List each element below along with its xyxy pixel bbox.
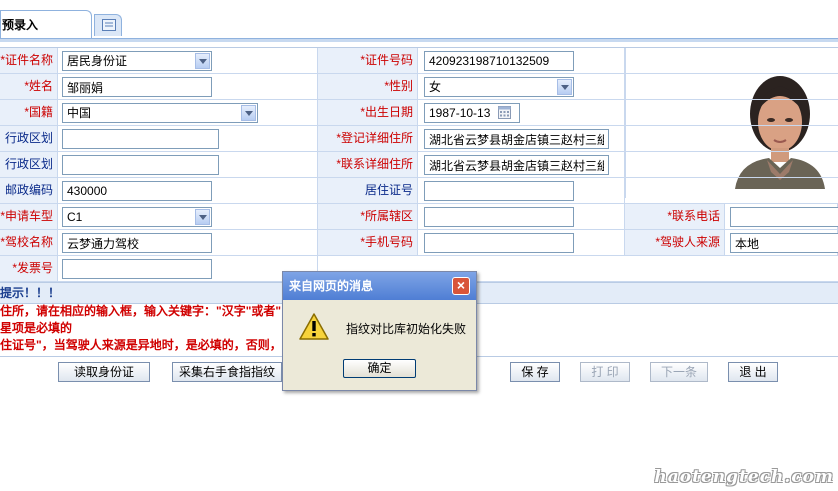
district-cell <box>418 204 625 229</box>
reg-address-cell <box>418 126 625 151</box>
mobile-cell <box>418 230 625 255</box>
tab-pre-entry[interactable]: 预录入 <box>0 10 92 38</box>
contact-region-input[interactable] <box>62 155 219 175</box>
vehicle-type-cell: C1 <box>58 204 318 229</box>
dialog-title: 来自网页的消息 <box>283 272 476 300</box>
id-number-input[interactable] <box>424 51 574 71</box>
invoice-input[interactable] <box>62 259 212 279</box>
vehicle-type-select[interactable]: C1 <box>62 207 212 227</box>
tab-label: 预录入 <box>2 18 39 32</box>
collect-fingerprint-button[interactable]: 采集右手食指指纹 <box>172 362 282 382</box>
tab-strip <box>0 0 838 40</box>
tab-icon <box>102 19 116 31</box>
tab-underline <box>0 38 838 42</box>
driver-source-input[interactable] <box>730 233 838 253</box>
message-dialog: 来自网页的消息 × 指纹对比库初始化失败 确定 <box>282 271 477 391</box>
phone-input[interactable] <box>730 207 838 227</box>
nationality-label: *国籍 <box>0 100 58 125</box>
ok-button[interactable]: 确定 <box>343 359 416 378</box>
residence-permit-input[interactable] <box>424 181 574 201</box>
chevron-down-icon[interactable] <box>241 105 256 121</box>
chevron-down-icon[interactable] <box>195 53 210 69</box>
id-type-select[interactable]: 居民身份证 <box>62 51 212 71</box>
school-label: *驾校名称 <box>0 230 58 255</box>
form-row: 行政区划 *登记详细住所 <box>0 126 838 152</box>
contact-region-cell <box>58 152 318 177</box>
new-tab-button[interactable] <box>94 14 122 36</box>
name-input[interactable] <box>62 77 212 97</box>
mobile-input[interactable] <box>424 233 574 253</box>
calendar-icon[interactable] <box>498 106 511 119</box>
driver-source-label: *驾驶人来源 <box>625 230 725 255</box>
residence-permit-cell <box>418 178 625 203</box>
form-row: *申请车型 C1 *所属辖区 *联系电话 <box>0 204 838 230</box>
postcode-cell <box>58 178 318 203</box>
birthdate-label: *出生日期 <box>318 100 418 125</box>
close-icon[interactable]: × <box>452 277 470 295</box>
form-row: *姓名 *性别 女 <box>0 74 838 100</box>
contact-address-label: *联系详细住所 <box>318 152 418 177</box>
phone-cell <box>725 204 838 229</box>
gender-select[interactable]: 女 <box>424 77 574 97</box>
contact-address-input[interactable] <box>424 155 609 175</box>
invoice-cell <box>58 256 318 281</box>
next-button[interactable]: 下一条 <box>650 362 708 382</box>
contact-address-cell <box>418 152 625 177</box>
district-label: *所属辖区 <box>318 204 418 229</box>
warning-icon <box>299 313 329 340</box>
name-cell <box>58 74 318 99</box>
reg-address-input[interactable] <box>424 129 609 149</box>
id-type-label: *证件名称 <box>0 48 58 73</box>
form-row: 行政区划 *联系详细住所 <box>0 152 838 178</box>
read-id-card-button[interactable]: 读取身份证 <box>58 362 150 382</box>
print-button[interactable]: 打 印 <box>580 362 630 382</box>
invoice-label: *发票号 <box>0 256 58 281</box>
form-row: *国籍 中国 *出生日期 <box>0 100 838 126</box>
exit-button[interactable]: 退 出 <box>728 362 778 382</box>
school-input[interactable] <box>62 233 212 253</box>
form-row: *证件名称 居民身份证 *证件号码 <box>0 48 838 74</box>
id-number-label: *证件号码 <box>318 48 418 73</box>
name-label: *姓名 <box>0 74 58 99</box>
mobile-label: *手机号码 <box>318 230 418 255</box>
form-row: 邮政编码 居住证号 <box>0 178 838 204</box>
phone-label: *联系电话 <box>625 204 725 229</box>
applicant-form: *证件名称 居民身份证 *证件号码 *姓名 *性别 女 *国籍 中国 *出生日期 <box>0 47 838 282</box>
school-cell <box>58 230 318 255</box>
residence-permit-label: 居住证号 <box>318 178 418 203</box>
vehicle-type-label: *申请车型 <box>0 204 58 229</box>
chevron-down-icon[interactable] <box>557 79 572 95</box>
gender-cell: 女 <box>418 74 625 99</box>
reg-address-label: *登记详细住所 <box>318 126 418 151</box>
nationality-cell: 中国 <box>58 100 318 125</box>
dialog-message: 指纹对比库初始化失败 <box>346 322 467 336</box>
region-cell <box>58 126 318 151</box>
chevron-down-icon[interactable] <box>195 209 210 225</box>
gender-label: *性别 <box>318 74 418 99</box>
birthdate-cell <box>418 100 625 125</box>
id-number-cell <box>418 48 625 73</box>
postcode-input[interactable] <box>62 181 212 201</box>
region-label: 行政区划 <box>0 126 58 151</box>
contact-region-label: 行政区划 <box>0 152 58 177</box>
district-input[interactable] <box>424 207 574 227</box>
nationality-select[interactable]: 中国 <box>62 103 258 123</box>
save-button[interactable]: 保 存 <box>510 362 560 382</box>
watermark: haotengtech.com <box>654 467 834 487</box>
form-row: *驾校名称 *手机号码 *驾驶人来源 <box>0 230 838 256</box>
region-input[interactable] <box>62 129 219 149</box>
id-type-cell: 居民身份证 <box>58 48 318 73</box>
driver-source-cell <box>725 230 838 255</box>
postcode-label: 邮政编码 <box>0 178 58 203</box>
